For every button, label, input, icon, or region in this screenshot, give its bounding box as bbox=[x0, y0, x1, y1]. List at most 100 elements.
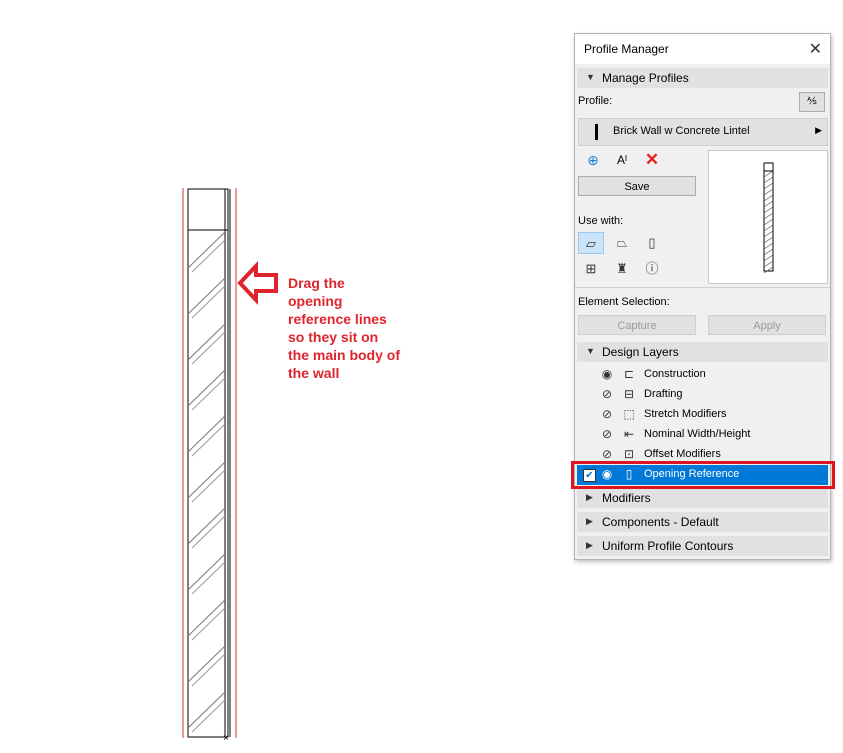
layer-row-construction[interactable]: ◉ ⊏ Construction bbox=[577, 365, 828, 385]
hatch-line bbox=[187, 553, 226, 591]
profile-swatch-icon bbox=[595, 124, 598, 140]
info-icon[interactable]: ⓘ bbox=[639, 258, 665, 280]
preview-hatch-line bbox=[763, 218, 774, 226]
eye-hidden-icon[interactable]: ⊘ bbox=[599, 387, 615, 403]
close-icon[interactable]: ✕ bbox=[809, 39, 822, 59]
profile-name: Brick Wall w Concrete Lintel bbox=[613, 125, 750, 137]
callout-arrow-icon bbox=[237, 260, 278, 306]
profile-label: Profile: bbox=[578, 95, 613, 107]
section-components-default[interactable]: ▶ Components - Default bbox=[577, 512, 828, 532]
hatch-line bbox=[187, 323, 226, 361]
preview-hatch-line bbox=[763, 254, 774, 262]
hatch-line bbox=[191, 699, 226, 733]
callout-line: opening bbox=[288, 293, 343, 309]
preview-hatch-line bbox=[763, 176, 774, 184]
callout-line: the wall bbox=[288, 365, 340, 381]
hatch-line bbox=[187, 415, 226, 453]
section-manage-profiles[interactable]: ▼ Manage Profiles bbox=[577, 68, 828, 88]
palette-title: Profile Manager bbox=[584, 42, 669, 56]
chevron-down-icon: ▼ bbox=[586, 72, 595, 82]
hatch-line bbox=[191, 515, 226, 549]
hatch-line bbox=[191, 423, 226, 457]
hatch-line bbox=[187, 231, 226, 269]
capture-button[interactable]: Capture bbox=[578, 315, 696, 335]
column-tool-icon[interactable]: ▯ bbox=[639, 232, 665, 254]
preview-hatch-line bbox=[763, 170, 774, 178]
section-label: Components - Default bbox=[602, 515, 719, 529]
eye-icon[interactable]: ◉ bbox=[599, 367, 615, 383]
new-profile-icon[interactable]: ⊕ bbox=[582, 150, 604, 170]
section-label: Modifiers bbox=[602, 491, 651, 505]
beam-tool-icon[interactable]: ⏢ bbox=[609, 232, 635, 254]
railing-tool-icon[interactable]: ⊞ bbox=[578, 258, 604, 280]
preview-hatch-line bbox=[763, 194, 774, 202]
preview-hatch-line bbox=[763, 188, 774, 196]
object-tool-icon[interactable]: ♜ bbox=[609, 258, 635, 280]
hatch-line bbox=[191, 607, 226, 641]
section-label: Manage Profiles bbox=[602, 71, 689, 85]
callout-line: so they sit on bbox=[288, 329, 379, 345]
opening-reference-highlight bbox=[571, 461, 835, 489]
section-uniform-profile-contours[interactable]: ▶ Uniform Profile Contours bbox=[577, 536, 828, 556]
hatch-line bbox=[191, 561, 226, 595]
preview-hatch-line bbox=[763, 200, 774, 208]
divider bbox=[575, 287, 830, 288]
profile-options-icon[interactable]: ⅍ bbox=[799, 92, 825, 112]
profile-preview bbox=[708, 150, 828, 284]
layer-name: Construction bbox=[644, 368, 706, 380]
layer-row-drafting[interactable]: ⊘ ⊟ Drafting bbox=[577, 385, 828, 405]
hatch-line bbox=[191, 285, 226, 319]
preview-hatch-line bbox=[763, 206, 774, 214]
section-modifiers[interactable]: ▶ Modifiers bbox=[577, 488, 828, 508]
layer-name: Nominal Width/Height bbox=[644, 428, 751, 440]
hatch-line bbox=[187, 645, 226, 683]
hatch-line bbox=[187, 461, 226, 499]
preview-hatch-line bbox=[763, 182, 774, 190]
chevron-right-icon: ▶ bbox=[586, 540, 593, 550]
layer-name: Drafting bbox=[644, 388, 683, 400]
hatch-line bbox=[191, 239, 226, 273]
palette-titlebar[interactable]: Profile Manager ✕ bbox=[575, 34, 830, 64]
hatch-line bbox=[187, 277, 226, 315]
hatch-line bbox=[191, 653, 226, 687]
layer-name: Stretch Modifiers bbox=[644, 408, 727, 420]
callout-line: Drag the bbox=[288, 275, 345, 291]
section-label: Design Layers bbox=[602, 345, 679, 359]
preview-hatch-line bbox=[763, 236, 774, 244]
use-with-label: Use with: bbox=[578, 215, 624, 227]
chevron-right-icon: ▶ bbox=[815, 125, 822, 135]
save-button[interactable]: Save bbox=[578, 176, 696, 196]
drafting-icon: ⊟ bbox=[623, 387, 635, 401]
preview-hatch-line bbox=[763, 266, 774, 274]
preview-hatch-line bbox=[763, 260, 774, 268]
callout-line: the main body of bbox=[288, 347, 400, 363]
slab-tool-icon[interactable]: ▱ bbox=[578, 232, 604, 254]
callout-line: reference lines bbox=[288, 311, 387, 327]
layer-row-nominal-width-height[interactable]: ⊘ ⇤ Nominal Width/Height bbox=[577, 425, 828, 445]
nominal-icon: ⇤ bbox=[623, 427, 635, 441]
chevron-right-icon: ▶ bbox=[586, 516, 593, 526]
delete-profile-icon[interactable]: ✕ bbox=[641, 150, 663, 170]
element-selection-label: Element Selection: bbox=[578, 296, 670, 308]
rename-profile-icon[interactable]: Aᴵ bbox=[611, 150, 633, 170]
eye-hidden-icon[interactable]: ⊘ bbox=[599, 427, 615, 443]
preview-hatch-line bbox=[763, 248, 774, 256]
profile-preview-drawing bbox=[763, 162, 774, 274]
preview-hatch-line bbox=[763, 230, 774, 238]
stretch-icon: ⬚ bbox=[623, 407, 635, 421]
hatch-line bbox=[191, 469, 226, 503]
apply-button[interactable]: Apply bbox=[708, 315, 826, 335]
preview-hatch-line bbox=[763, 212, 774, 220]
preview-hatch-line bbox=[763, 224, 774, 232]
hatch-line bbox=[187, 599, 226, 637]
brick-hatch bbox=[187, 231, 226, 733]
profile-selector[interactable]: Brick Wall w Concrete Lintel ▶ bbox=[578, 118, 828, 146]
hatch-line bbox=[191, 331, 226, 365]
section-design-layers[interactable]: ▼ Design Layers bbox=[577, 342, 828, 362]
section-label: Uniform Profile Contours bbox=[602, 539, 734, 553]
preview-hatch-line bbox=[763, 242, 774, 250]
eye-hidden-icon[interactable]: ⊘ bbox=[599, 407, 615, 423]
hatch-line bbox=[187, 507, 226, 545]
layer-row-stretch-modifiers[interactable]: ⊘ ⬚ Stretch Modifiers bbox=[577, 405, 828, 425]
hatch-line bbox=[187, 369, 226, 407]
